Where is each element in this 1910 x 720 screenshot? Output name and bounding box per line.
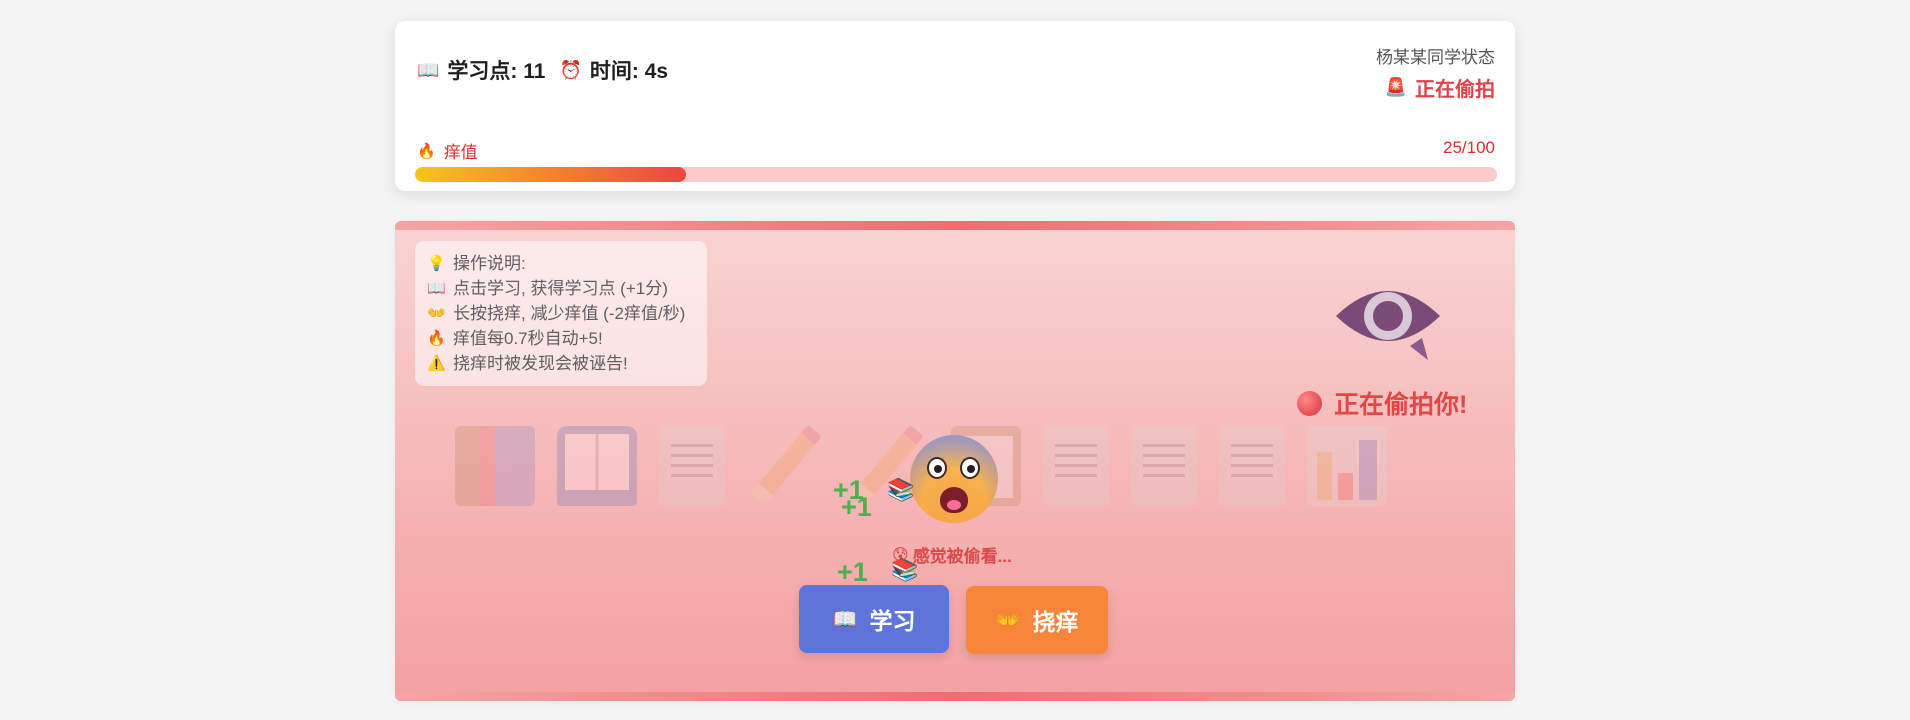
fire-icon: 🔥 bbox=[427, 330, 446, 347]
red-dot-icon bbox=[1297, 390, 1322, 416]
instruction-line: 💡 操作说明: bbox=[427, 251, 697, 276]
itch-progress-bar bbox=[415, 167, 1497, 182]
game-bottom-edge bbox=[395, 692, 1515, 701]
itch-label-text: 痒值 bbox=[443, 143, 478, 162]
bar-chart-icon bbox=[1307, 426, 1387, 506]
pencil-icon bbox=[747, 426, 827, 506]
instruction-line: 🔥 痒值每0.7秒自动+5! bbox=[427, 326, 697, 351]
instruction-line: 📖 点击学习, 获得学习点 (+1分) bbox=[427, 276, 697, 301]
memo-icon bbox=[1219, 426, 1285, 506]
status-title: 杨某某同学状态 bbox=[1376, 48, 1495, 67]
anxious-face-icon: 😰 bbox=[892, 546, 909, 564]
instruction-line: ⚠️ 挠痒时被发现会被诬告! bbox=[427, 351, 697, 376]
warning-icon: ⚠️ bbox=[427, 355, 446, 372]
study-button-label: 学习 bbox=[869, 608, 916, 634]
lightbulb-icon: 💡 bbox=[427, 255, 446, 272]
open-book-icon: 📖 bbox=[832, 608, 858, 631]
open-book-icon: 📖 bbox=[427, 280, 446, 297]
books-icon: 📚 bbox=[887, 477, 915, 502]
scratch-button[interactable]: 👐 挠痒 bbox=[966, 586, 1108, 654]
instruction-text: 长按挠痒, 减少痒值 (-2痒值/秒) bbox=[453, 304, 686, 323]
instruction-text: 点击学习, 获得学习点 (+1分) bbox=[453, 279, 668, 298]
document-icon bbox=[1043, 426, 1109, 506]
instruction-text: 操作说明: bbox=[453, 254, 526, 273]
timer-label: 时间: 4s bbox=[589, 60, 669, 83]
fire-icon: 🔥 bbox=[417, 142, 436, 160]
spying-warning: 正在偷拍你! bbox=[1297, 385, 1467, 421]
spying-warning-text: 正在偷拍你! bbox=[1334, 391, 1468, 419]
itch-progress-fill bbox=[415, 167, 686, 182]
siren-icon: 🚨 bbox=[1384, 77, 1407, 97]
itch-value: 25/100 bbox=[1443, 138, 1495, 157]
instruction-line: 👐 长按挠痒, 减少痒值 (-2痒值/秒) bbox=[427, 301, 697, 326]
open-hands-icon: 👐 bbox=[995, 609, 1021, 632]
document-icon bbox=[1131, 426, 1197, 506]
instructions-box: 💡 操作说明: 📖 点击学习, 获得学习点 (+1分) 👐 长按挠痒, 减少痒值… bbox=[415, 241, 707, 386]
timer: ⏰ 时间: 4s bbox=[559, 55, 668, 85]
eye-speech-bubble-icon bbox=[1336, 291, 1440, 360]
game-top-edge bbox=[395, 221, 1515, 230]
anxious-face-icon bbox=[910, 435, 998, 523]
study-points-label: 学习点: 11 bbox=[447, 60, 546, 83]
open-book-icon: 📖 bbox=[417, 59, 440, 80]
instruction-text: 挠痒时被发现会被诬告! bbox=[453, 354, 628, 373]
status-panel: 📖 学习点: 11 ⏰ 时间: 4s 杨某某同学状态 🚨 正在偷拍 🔥 痒值 2… bbox=[395, 21, 1515, 191]
feeling-label: 感觉被偷看... bbox=[912, 547, 1012, 566]
study-button[interactable]: 📖 学习 bbox=[799, 585, 949, 653]
books-icon bbox=[455, 426, 535, 506]
game-area: 💡 操作说明: 📖 点击学习, 获得学习点 (+1分) 👐 长按挠痒, 减少痒值… bbox=[395, 221, 1515, 701]
feeling-text: 😰 感觉被偷看... bbox=[892, 542, 1012, 567]
memo-icon bbox=[659, 426, 725, 506]
stats-row: 📖 学习点: 11 ⏰ 时间: 4s bbox=[417, 55, 682, 85]
status-value-text: 正在偷拍 bbox=[1415, 79, 1495, 101]
student-status: 杨某某同学状态 🚨 正在偷拍 bbox=[1376, 43, 1495, 102]
status-value: 🚨 正在偷拍 bbox=[1376, 73, 1495, 102]
instruction-text: 痒值每0.7秒自动+5! bbox=[453, 329, 603, 348]
alarm-clock-icon: ⏰ bbox=[559, 59, 582, 80]
open-book-icon bbox=[557, 426, 637, 506]
itch-label: 🔥 痒值 bbox=[417, 138, 478, 163]
plus-one-effect: +1 bbox=[837, 557, 868, 587]
scratch-button-label: 挠痒 bbox=[1032, 609, 1079, 635]
open-hands-icon: 👐 bbox=[427, 305, 446, 322]
plus-one-effect: +1 bbox=[841, 492, 872, 522]
study-points: 📖 学习点: 11 bbox=[417, 55, 545, 85]
